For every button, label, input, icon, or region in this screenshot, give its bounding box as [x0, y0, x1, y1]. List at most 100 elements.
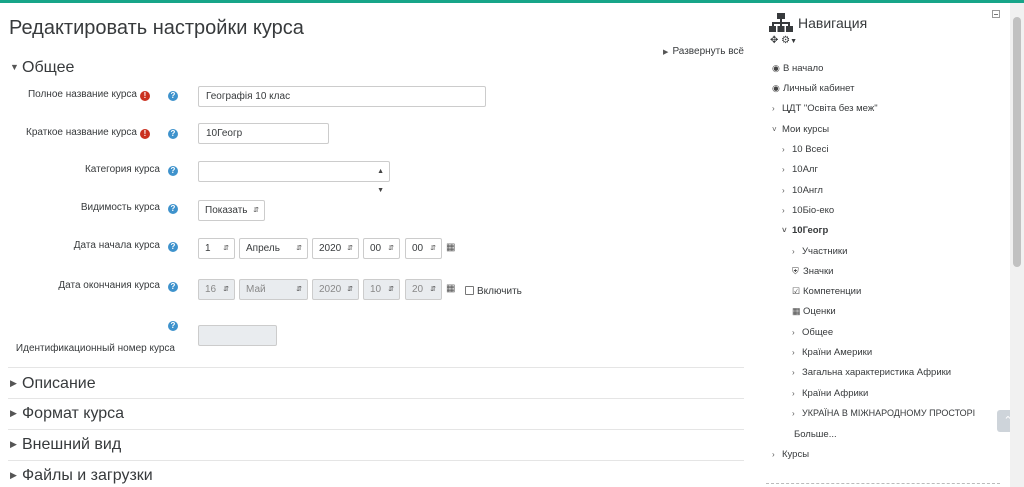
- caret-right-icon: ▶: [10, 408, 17, 418]
- section-appearance[interactable]: ▶ Внешний вид: [10, 436, 121, 454]
- category-select[interactable]: ▲ ▼: [198, 161, 390, 194]
- nav-item-badges[interactable]: ⛨ Значки: [792, 266, 833, 277]
- nav-item-section[interactable]: › Країни Африки: [792, 388, 868, 399]
- updown-icon: ⇵: [347, 245, 353, 252]
- updown-icon: ⇵: [388, 245, 394, 252]
- chevron-right-icon: ›: [772, 104, 775, 113]
- visibility-select[interactable]: Показать ⇵: [198, 200, 265, 221]
- calendar-icon[interactable]: ▦: [446, 242, 455, 253]
- nav-item-course-label: 10Біо-еко: [792, 205, 835, 216]
- nav-item-course[interactable]: › 10Біо-еко: [782, 205, 834, 216]
- divider: [8, 367, 744, 368]
- nav-item-grades[interactable]: ▦ Оценки: [792, 306, 836, 317]
- nav-item-current-course[interactable]: ˅ 10Геогр: [782, 225, 828, 236]
- nav-item-courses[interactable]: › Курсы: [772, 449, 809, 460]
- nav-item-section-label: УКРАЇНА В МІЖНАРОДНОМУ ПРОСТОРІ: [802, 408, 976, 418]
- section-files[interactable]: ▶ Файлы и загрузки: [10, 467, 153, 485]
- idnumber-label: Идентификационный номер курса: [15, 343, 175, 354]
- nav-item-more[interactable]: Больше...: [794, 429, 837, 440]
- fullname-input[interactable]: Географія 10 клас: [198, 86, 486, 107]
- move-icon[interactable]: ✥: [770, 35, 778, 46]
- chevron-right-icon: ›: [792, 247, 795, 256]
- section-description[interactable]: ▶ Описание: [10, 375, 96, 393]
- enddate-year-value: 2020: [319, 284, 342, 295]
- nav-item-section-label: Загальна характеристика Африки: [802, 367, 952, 378]
- enddate-day-select[interactable]: 16 ⇵: [198, 279, 235, 300]
- scrollbar-thumb[interactable]: [1013, 17, 1021, 267]
- enddate-minute-select[interactable]: 20 ⇵: [405, 279, 442, 300]
- caret-right-icon: ▶: [663, 49, 669, 56]
- category-label: Категория курса: [84, 164, 160, 175]
- sitemap-icon: [769, 13, 793, 32]
- expand-all-link[interactable]: ▶ Развернуть всё: [663, 46, 744, 57]
- gear-icon[interactable]: ⚙: [781, 35, 790, 46]
- required-icon: !: [140, 129, 150, 139]
- nav-item-site[interactable]: › ЦДТ "Освіта без меж": [772, 103, 878, 114]
- enddate-hour-select[interactable]: 10 ⇵: [363, 279, 400, 300]
- help-icon[interactable]: ?: [168, 242, 178, 252]
- startdate-day-select[interactable]: 1 ⇵: [198, 238, 235, 259]
- nav-item-home[interactable]: ◉ В начало: [772, 63, 823, 74]
- nav-item-course[interactable]: › 10 Всесі: [782, 144, 828, 155]
- section-general-label: Общее: [22, 59, 75, 76]
- nav-item-course[interactable]: › 10Англ: [782, 185, 823, 196]
- updown-icon: ⇵: [430, 245, 436, 252]
- help-icon[interactable]: ?: [168, 91, 178, 101]
- nav-item-competencies-label: Компетенции: [803, 286, 862, 297]
- page-title: Редактировать настройки курса: [9, 17, 304, 39]
- nav-item-participants-label: Участники: [802, 246, 848, 257]
- chevron-right-icon: ›: [792, 348, 795, 357]
- startdate-hour-select[interactable]: 00 ⇵: [363, 238, 400, 259]
- nav-tools: ✥ ⚙▼: [770, 35, 797, 46]
- divider: [8, 398, 744, 399]
- help-icon[interactable]: ?: [168, 321, 178, 331]
- help-icon[interactable]: ?: [168, 129, 178, 139]
- table-icon: ▦: [792, 306, 801, 316]
- startdate-minute-value: 00: [412, 243, 424, 254]
- nav-item-dashboard[interactable]: ◉ Личный кабинет: [772, 83, 854, 94]
- fullname-label-text: Полное название курса: [27, 89, 137, 100]
- calendar-icon[interactable]: ▦: [446, 283, 455, 294]
- enddate-year-select[interactable]: 2020 ⇵: [312, 279, 359, 300]
- idnumber-input[interactable]: [198, 325, 277, 346]
- caret-right-icon: ▶: [10, 470, 17, 480]
- nav-item-courses-label: Курсы: [782, 449, 810, 460]
- nav-item-competencies[interactable]: ☑ Компетенции: [792, 286, 861, 297]
- startdate-minute-select[interactable]: 00 ⇵: [405, 238, 442, 259]
- nav-item-section[interactable]: › Загальна характеристика Африки: [792, 367, 951, 378]
- caret-down-icon[interactable]: ▼: [790, 38, 797, 45]
- nav-item-current-course-label: 10Геогр: [792, 225, 829, 236]
- expand-all-label: Развернуть всё: [672, 46, 744, 57]
- help-icon[interactable]: ?: [168, 204, 178, 214]
- section-format[interactable]: ▶ Формат курса: [10, 405, 124, 423]
- help-icon[interactable]: ?: [168, 166, 178, 176]
- help-icon[interactable]: ?: [168, 282, 178, 292]
- shortname-input[interactable]: 10Геогр: [198, 123, 329, 144]
- chevron-right-icon: ›: [782, 165, 785, 174]
- nav-item-participants[interactable]: › Участники: [792, 246, 847, 257]
- shield-icon: ⛨: [792, 266, 799, 276]
- startdate-month-select[interactable]: Апрель ⇵: [239, 238, 308, 259]
- enddate-enable-label: Включить: [477, 286, 522, 297]
- nav-item-course[interactable]: › 10Алг: [782, 164, 818, 175]
- enddate-enable-checkbox[interactable]: Включить: [465, 286, 522, 297]
- updown-icon: ⇵: [347, 286, 353, 293]
- updown-icon: ⇵: [253, 207, 259, 214]
- checkbox-box[interactable]: [465, 286, 474, 295]
- enddate-minute-value: 20: [412, 284, 424, 295]
- nav-item-mycourses[interactable]: ˅ Мои курсы: [772, 124, 829, 135]
- shortname-label-text: Краткое название курса: [26, 127, 137, 138]
- section-general[interactable]: ▼ Общее: [10, 59, 74, 77]
- page-scrollbar[interactable]: [1010, 3, 1024, 487]
- navigation-block: Навигация ✥ ⚙▼ ◉ В начало ◉ Личный кабинет…: [760, 3, 1006, 487]
- main-content: Редактировать настройки курса ▶ Развернут…: [0, 3, 760, 487]
- collapse-block-button[interactable]: [992, 10, 1000, 18]
- nav-item-section[interactable]: › УКРАЇНА В МІЖНАРОДНОМУ ПРОСТОРІ: [792, 408, 975, 418]
- startdate-year-select[interactable]: 2020 ⇵: [312, 238, 359, 259]
- nav-item-mycourses-label: Мои курсы: [782, 124, 830, 135]
- dashboard-icon: ◉: [772, 83, 780, 93]
- enddate-month-select[interactable]: Май ⇵: [239, 279, 308, 300]
- nav-item-section[interactable]: › Країни Америки: [792, 347, 872, 358]
- nav-item-home-label: В начало: [783, 63, 824, 74]
- nav-item-section[interactable]: › Общее: [792, 327, 833, 338]
